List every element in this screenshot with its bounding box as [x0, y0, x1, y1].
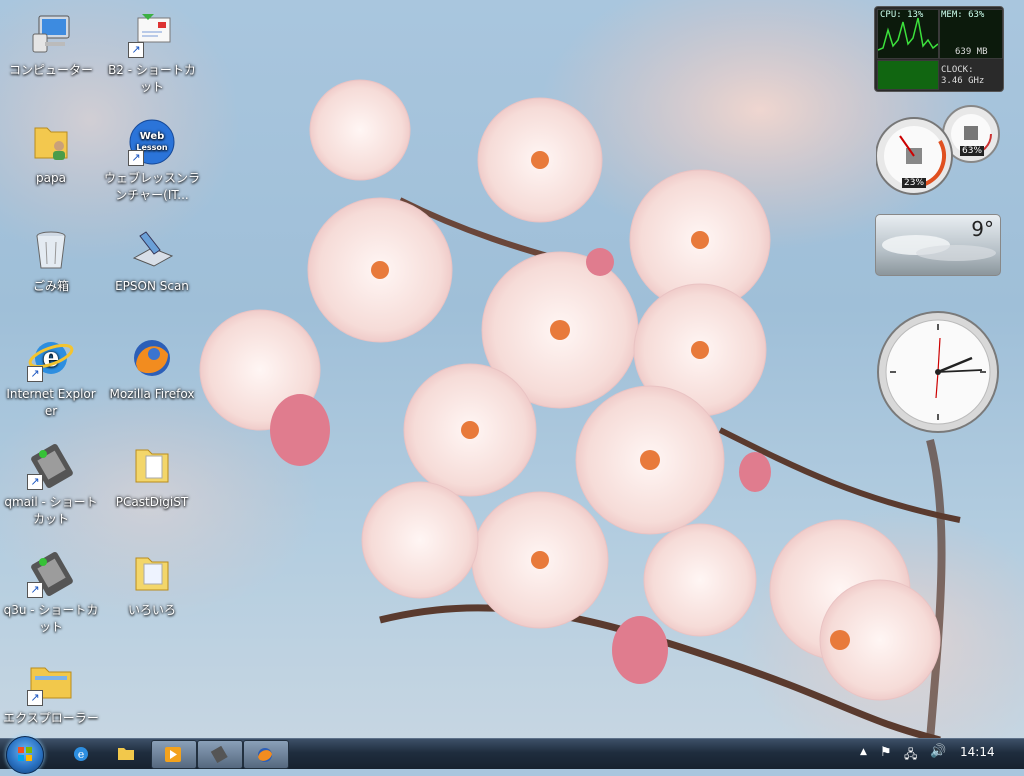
desktop-icon-label: papa [36, 171, 66, 185]
taskbar-media-player-button[interactable] [151, 740, 197, 769]
desktop-icon-label: ごみ箱 [32, 279, 69, 293]
clock-value: 3.46 GHz [941, 76, 985, 86]
desktop-icon-mozilla-firefox[interactable]: Mozilla Firefox [104, 334, 200, 403]
mem-gauge-percent: 63% [960, 146, 985, 156]
desktop-icon-label: エクスプローラー [3, 711, 99, 725]
folder-icon [128, 442, 176, 490]
desktop-icon-computer[interactable]: コンピューター [3, 10, 99, 79]
show-hidden-icons-icon[interactable]: ▲ [860, 747, 867, 757]
internet-explorer-icon: e [74, 747, 88, 761]
desktop-icon-label: ウェブレッスンランチャー(IT... [104, 171, 201, 202]
media-player-icon [165, 747, 181, 762]
qmail-app-icon [210, 746, 228, 763]
folder-icon [128, 550, 176, 598]
firefox-icon [258, 748, 272, 762]
cpu-label: CPU: 13% [880, 10, 924, 20]
desktop-icon-iroiro[interactable]: いろいろ [104, 550, 200, 619]
start-button[interactable] [6, 736, 44, 774]
firefox-icon [128, 334, 176, 382]
weather-temperature: 9° [971, 217, 994, 241]
shortcut-arrow-icon: ↗ [27, 366, 43, 382]
taskbar-firefox-button[interactable] [243, 740, 289, 769]
desktop-icon-explorer[interactable]: ↗ エクスプローラー [3, 658, 99, 727]
volume-icon[interactable]: 🔊 [930, 744, 946, 759]
taskbar-clock[interactable]: 14:14 [960, 745, 995, 759]
desktop-icon-q3u-shortcut[interactable]: ↗ q3u - ショートカット [3, 550, 99, 636]
desktop-icon-label: qmail - ショートカット [4, 495, 98, 526]
desktop-icon-epson-scan[interactable]: EPSON Scan [104, 226, 200, 295]
qmail-app-icon: ↗ [27, 442, 75, 490]
computer-icon [27, 10, 75, 58]
desktop-icon-internet-explorer[interactable]: e ↗ Internet Explorer [3, 334, 99, 420]
taskbar-ie-button[interactable]: e [60, 740, 104, 767]
user-folder-icon [27, 118, 75, 166]
system-meter-gadget[interactable]: CPU: 13% MEM: 63% 639 MB CLOCK: 3.46 GHz [874, 6, 1004, 92]
clock-label: CLOCK: [941, 65, 974, 75]
clock-graph [877, 60, 939, 90]
desktop-icon-label: いろいろ [127, 603, 176, 617]
desktop-icon-label: PCastDigiST [115, 495, 189, 509]
mem-label: MEM: 63% [941, 10, 985, 20]
desktop-icon-b2-shortcut[interactable]: ↗ B2 - ショートカット [104, 10, 200, 96]
weather-gadget[interactable]: 9° [875, 214, 1001, 276]
web-lesson-globe-icon: Web Lesson ↗ [128, 118, 176, 166]
desktop-icon-label: B2 - ショートカット [108, 63, 196, 94]
shortcut-arrow-icon: ↗ [128, 150, 144, 166]
recycle-bin-icon [27, 226, 75, 274]
taskbar: e ▲ ⚑ 🖧 🔊 14:14 [0, 736, 1024, 774]
cpu-gauge-gadget[interactable]: 23% 63% [875, 104, 1000, 200]
shortcut-arrow-icon: ↗ [27, 582, 43, 598]
network-icon[interactable]: 🖧 [904, 745, 917, 766]
mem-value: 639 MB [955, 47, 988, 57]
desktop-icon-label: Internet Explorer [6, 387, 96, 418]
shortcut-arrow-icon: ↗ [27, 690, 43, 706]
clock-gadget[interactable] [876, 310, 1000, 434]
desktop-icon-pcastdigist[interactable]: PCastDigiST [104, 442, 200, 511]
desktop-icon-label: EPSON Scan [115, 279, 189, 293]
desktop-icon-label: コンピューター [8, 63, 93, 77]
taskbar-qmail-button[interactable] [197, 740, 243, 769]
svg-text:e: e [78, 748, 85, 761]
analog-clock-icon [877, 311, 999, 433]
desktop-icon-label: q3u - ショートカット [3, 603, 99, 634]
desktop-icon-weblesson[interactable]: Web Lesson ↗ ウェブレッスンランチャー(IT... [104, 118, 200, 204]
desktop-icon-qmail-shortcut[interactable]: ↗ qmail - ショートカット [3, 442, 99, 528]
desktop-icon-recycle-bin[interactable]: ごみ箱 [3, 226, 99, 295]
shortcut-arrow-icon: ↗ [27, 474, 43, 490]
action-center-flag-icon[interactable]: ⚑ [880, 745, 892, 760]
internet-explorer-icon: e ↗ [27, 334, 75, 382]
q3u-app-icon: ↗ [27, 550, 75, 598]
desktop-icon-papa[interactable]: papa [3, 118, 99, 187]
explorer-folder-icon: ↗ [27, 658, 75, 706]
scanner-icon [128, 226, 176, 274]
shortcut-arrow-icon: ↗ [128, 42, 144, 58]
mail-document-icon: ↗ [128, 10, 176, 58]
taskbar-explorer-button[interactable] [105, 740, 149, 767]
folder-icon [118, 748, 134, 760]
svg-text:Web: Web [140, 131, 165, 142]
cpu-gauge-percent: 23% [902, 178, 927, 188]
desktop-icon-label: Mozilla Firefox [109, 387, 195, 401]
